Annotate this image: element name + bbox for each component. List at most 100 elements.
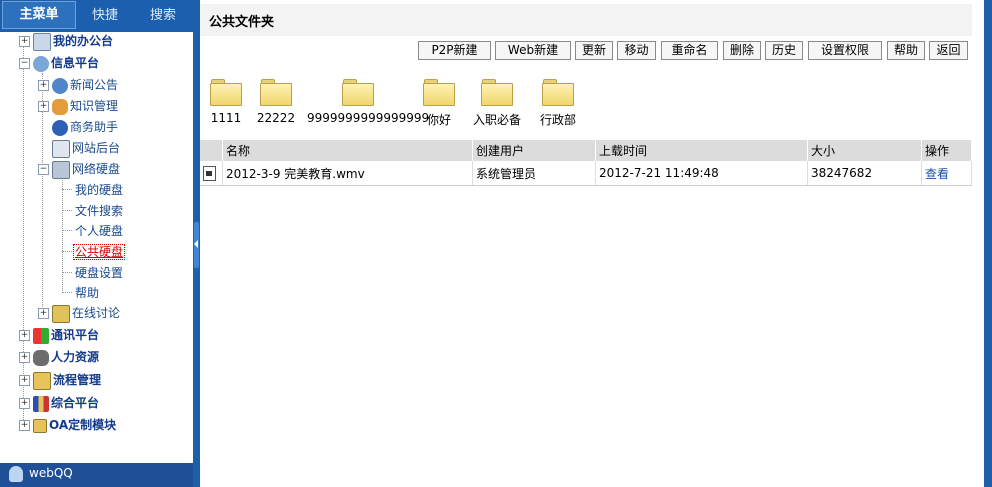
table-row: 2012-3-9 完美教育.wmv 系统管理员 2012-7-21 11:49:… [200,161,972,186]
tree-item-oa-custom[interactable]: + OA定制模块 [19,415,116,435]
tree-item-public-disk[interactable]: 公共硬盘 [73,242,126,262]
user-icon [33,349,49,366]
rename-button[interactable]: 重命名 [661,41,718,60]
header-user[interactable]: 创建用户 [472,140,596,161]
tree-label-workflow[interactable]: 流程管理 [53,373,101,387]
tree-item-office[interactable]: + 我的办公台 [19,31,113,51]
folder-label[interactable]: 1111 [208,111,244,125]
collapse-icon[interactable]: − [38,164,49,175]
folder-item[interactable]: 9999999999999999 [307,79,429,125]
tree-label-comm[interactable]: 通讯平台 [51,328,99,342]
webqq-icon [9,465,23,482]
expand-icon[interactable]: + [19,420,30,431]
tree-label-public-disk[interactable]: 公共硬盘 [73,244,126,260]
tree-item-file-search[interactable]: 文件搜索 [75,201,123,221]
folder-item[interactable]: 1111 [208,79,244,125]
delete-button[interactable]: 删除 [723,41,761,60]
tree-item-comm[interactable]: + 通讯平台 [19,325,99,345]
folder-label[interactable]: 你好 [421,111,457,128]
expand-icon[interactable]: + [19,398,30,409]
tree-label-file-search[interactable]: 文件搜索 [75,204,123,218]
tree-label-hr[interactable]: 人力资源 [51,350,99,364]
tree-label-oa-custom[interactable]: OA定制模块 [49,418,116,432]
p2p-new-button[interactable]: P2P新建 [418,41,491,60]
tree-label-knowledge[interactable]: 知识管理 [70,99,118,113]
folder-icon [423,79,455,106]
header-time[interactable]: 上载时间 [595,140,808,161]
tree-label-integrated[interactable]: 综合平台 [51,396,99,410]
refresh-button[interactable]: 更新 [575,41,613,60]
tree-label-disk-settings[interactable]: 硬盘设置 [75,266,123,280]
folder-label[interactable]: 22222 [256,111,296,125]
tree-label-help[interactable]: 帮助 [75,286,99,300]
folder-item[interactable]: 你好 [421,79,457,128]
tree-item-integrated[interactable]: + 综合平台 [19,393,99,413]
file-name[interactable]: 2012-3-9 完美教育.wmv [222,161,473,186]
workflow-icon [33,371,51,390]
view-link[interactable]: 查看 [925,167,949,181]
collapse-icon[interactable]: − [19,58,30,69]
tree-label-personal-disk[interactable]: 个人硬盘 [75,224,123,238]
tree-item-disk-settings[interactable]: 硬盘设置 [75,263,123,283]
expand-icon[interactable]: + [19,330,30,341]
tree-label-office[interactable]: 我的办公台 [53,34,113,48]
tree-item-workflow[interactable]: + 流程管理 [19,370,101,390]
folder-label[interactable]: 行政部 [536,111,580,128]
tree-item-online-discuss[interactable]: + 在线讨论 [38,303,120,323]
header-size[interactable]: 大小 [807,140,922,161]
tree-label-news[interactable]: 新闻公告 [70,78,118,92]
webqq-label[interactable]: webQQ [29,466,73,480]
file-user: 系统管理员 [472,161,596,186]
expand-icon[interactable]: + [19,36,30,47]
back-button[interactable]: 返回 [929,41,968,60]
header-name[interactable]: 名称 [222,140,473,161]
tree-item-hr[interactable]: + 人力资源 [19,347,99,367]
tab-shortcut[interactable]: 快捷 [76,3,134,29]
tree-item-knowledge[interactable]: + 知识管理 [38,96,118,116]
tree-label-assistant[interactable]: 商务助手 [70,120,118,134]
tree-item-info-platform[interactable]: − 信息平台 [19,53,99,73]
tree-item-website[interactable]: 网站后台 [52,138,120,158]
window-frame-edge [984,0,992,487]
folder-label[interactable]: 入职必备 [471,111,523,128]
office-icon [33,32,51,51]
folder-item[interactable]: 入职必备 [471,79,523,128]
computer-icon [52,160,70,179]
move-button[interactable]: 移动 [617,41,656,60]
expand-icon[interactable]: + [19,375,30,386]
help-button[interactable]: 帮助 [887,41,925,60]
tree-item-personal-disk[interactable]: 个人硬盘 [75,221,123,241]
globe-icon [33,55,49,72]
tree-item-my-disk[interactable]: 我的硬盘 [75,180,123,200]
tree-label-my-disk[interactable]: 我的硬盘 [75,183,123,197]
tree-label-online-discuss[interactable]: 在线讨论 [72,306,120,320]
collapse-arrow-icon[interactable] [194,240,198,248]
folder-label[interactable]: 9999999999999999 [307,111,429,125]
folder-item[interactable]: 行政部 [536,79,580,128]
webqq-bar[interactable]: webQQ [0,463,193,487]
tree-label-info-platform[interactable]: 信息平台 [51,56,99,70]
tree-label-website[interactable]: 网站后台 [72,141,120,155]
expand-icon[interactable]: + [38,308,49,319]
expand-icon[interactable]: + [19,352,30,363]
people-icon [52,98,68,115]
history-button[interactable]: 历史 [765,41,803,60]
panel-splitter[interactable] [193,0,200,487]
folder-icon [260,79,292,106]
web-new-button[interactable]: Web新建 [495,41,571,60]
tree-item-help[interactable]: 帮助 [75,283,99,303]
tree-item-news[interactable]: + 新闻公告 [38,75,118,95]
tab-main-menu[interactable]: 主菜单 [2,1,76,29]
tree-label-netdisk[interactable]: 网络硬盘 [72,162,120,176]
expand-icon[interactable]: + [38,80,49,91]
tree-item-assistant[interactable]: 商务助手 [52,117,118,137]
set-permission-button[interactable]: 设置权限 [808,41,882,60]
folder-item[interactable]: 22222 [256,79,296,125]
page-title: 公共文件夹 [209,15,275,30]
table-header-row: 名称 创建用户 上载时间 大小 操作 [200,140,972,161]
comm-icon [33,327,49,344]
tab-search[interactable]: 搜索 [134,3,192,29]
page-title-bar: 公共文件夹 [200,4,972,36]
tree-item-netdisk[interactable]: − 网络硬盘 [38,159,120,179]
expand-icon[interactable]: + [38,101,49,112]
